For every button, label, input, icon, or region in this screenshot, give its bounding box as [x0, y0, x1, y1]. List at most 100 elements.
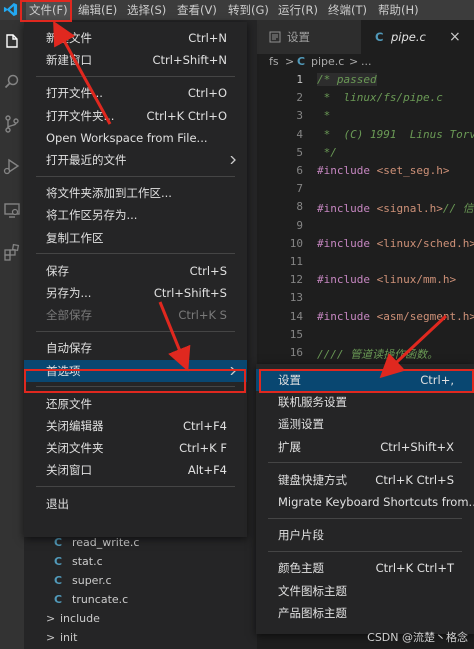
line-number: 10: [289, 236, 303, 250]
line-number: 14: [289, 309, 303, 323]
file-menu-item-label: 保存: [46, 263, 69, 278]
highlight-box-preferences: [24, 369, 246, 393]
breadcrumb-more[interactable]: ...: [361, 54, 372, 70]
file-menu-item[interactable]: 自动保存: [24, 337, 247, 359]
file-menu-item-shortcut: Ctrl+K Ctrl+O: [146, 108, 227, 123]
code-keyword: #include: [317, 236, 370, 250]
menu-separator: [36, 75, 235, 77]
file-menu-item-label: 另存为...: [46, 286, 92, 300]
pref-menu-item[interactable]: 用户片段: [256, 524, 474, 546]
pref-menu-item[interactable]: 产品图标主题: [256, 602, 474, 624]
tree-file-3[interactable]: Ctruncate.c: [54, 590, 128, 609]
menu-1[interactable]: 编辑(E): [78, 0, 117, 20]
close-icon[interactable]: ×: [449, 20, 461, 54]
source-control-icon[interactable]: [2, 114, 22, 134]
file-menu-item-shortcut: Ctrl+O: [187, 86, 227, 101]
code-text: */: [317, 145, 337, 159]
line-number: 13: [289, 291, 303, 305]
menu-7[interactable]: 帮助(H): [378, 0, 419, 20]
menu-3[interactable]: 查看(V): [177, 0, 217, 20]
file-menu-item[interactable]: 关闭窗口 Alt+F4: [24, 459, 247, 481]
file-menu-item-label: 关闭窗口: [46, 463, 92, 478]
menu-6[interactable]: 终端(T): [328, 0, 367, 20]
tree-file-2[interactable]: Csuper.c: [54, 571, 112, 590]
pref-menu-item[interactable]: 键盘快捷方式 Ctrl+K Ctrl+S: [256, 469, 474, 491]
tree-folder-label: include: [60, 612, 100, 625]
file-menu-item[interactable]: 打开文件... Ctrl+O: [24, 82, 247, 104]
line-number: 8: [296, 200, 303, 214]
run-debug-icon[interactable]: [2, 156, 22, 176]
menu-2[interactable]: 选择(S): [127, 0, 166, 20]
line-number: 5: [296, 145, 303, 159]
tree-folder-1[interactable]: > init: [46, 628, 77, 647]
extensions-icon[interactable]: [2, 242, 22, 262]
file-menu-item-label: 退出: [46, 496, 69, 511]
file-menu-item[interactable]: 打开文件夹... Ctrl+K Ctrl+O: [24, 105, 247, 127]
file-menu-item[interactable]: 还原文件: [24, 393, 247, 415]
c-file-icon: C: [54, 555, 63, 568]
pref-menu-item[interactable]: Migrate Keyboard Shortcuts from...: [256, 491, 474, 513]
tree-file-label: read_write.c: [72, 536, 140, 549]
c-file-icon: C: [54, 574, 63, 587]
pref-menu-item-label: 用户片段: [278, 528, 324, 543]
file-menu-item[interactable]: 将工作区另存为...: [24, 204, 247, 226]
menu-4[interactable]: 转到(G): [228, 0, 269, 20]
file-menu-item[interactable]: 新建文件 Ctrl+N: [24, 27, 247, 49]
file-menu-item-shortcut: Alt+F4: [187, 463, 227, 478]
pref-menu-item-label: 文件图标主题: [278, 583, 347, 598]
pref-menu-item[interactable]: 遥测设置: [256, 413, 474, 435]
explorer-icon[interactable]: [2, 32, 22, 52]
code-line: * (C) 1991 Linus Torvalds: [317, 128, 474, 141]
activity-bar: [0, 20, 24, 649]
tab-settings[interactable]: 设置: [265, 20, 357, 54]
chevron-right-icon: [230, 156, 236, 164]
file-menu-item-label: 关闭编辑器: [46, 419, 104, 433]
pref-menu-item[interactable]: 文件图标主题: [256, 580, 474, 602]
search-icon[interactable]: [2, 72, 22, 92]
tree-file-1[interactable]: Cstat.c: [54, 552, 103, 571]
pref-menu-item[interactable]: 颜色主题 Ctrl+K Ctrl+T: [256, 557, 474, 579]
pref-menu-item-label: Migrate Keyboard Shortcuts from...: [278, 495, 474, 509]
file-menu-item-label: 复制工作区: [46, 230, 104, 245]
menu-separator: [36, 330, 235, 332]
editor-tab-bar: 设置 C pipe.c ×: [257, 20, 474, 54]
file-menu-item-label: Open Workspace from File...: [46, 130, 208, 145]
pref-menu-item[interactable]: 扩展 Ctrl+Shift+X: [256, 436, 474, 458]
file-menu-item-shortcut: Ctrl+K S: [178, 308, 227, 323]
file-menu-item-label: 全部保存: [46, 308, 92, 323]
file-menu-item[interactable]: 新建窗口 Ctrl+Shift+N: [24, 49, 247, 71]
tree-folder-0[interactable]: > include: [46, 609, 100, 628]
breadcrumb-file[interactable]: pipe.c: [311, 54, 344, 70]
line-number: 12: [289, 273, 303, 287]
highlight-box-file-menu: [20, 0, 72, 22]
pref-menu-item[interactable]: 联机服务设置: [256, 391, 474, 413]
file-menu-item[interactable]: 打开最近的文件: [24, 149, 247, 171]
file-menu-item[interactable]: 复制工作区: [24, 227, 247, 249]
c-file-icon: C: [297, 55, 306, 68]
file-menu-item-shortcut: Ctrl+Shift+S: [153, 286, 227, 300]
highlight-box-settings: [259, 369, 474, 393]
settings-file-icon: [269, 31, 281, 43]
file-menu-item-label: 自动保存: [46, 341, 92, 356]
tree-file-label: truncate.c: [72, 593, 129, 606]
tab-label: 设置: [287, 30, 310, 44]
code-line: * linux/fs/pipe.c: [317, 91, 443, 104]
breadcrumb-folder[interactable]: fs: [269, 54, 279, 70]
menu-5[interactable]: 运行(R): [278, 0, 318, 20]
pref-menu-item-shortcut: Ctrl+K Ctrl+T: [375, 561, 454, 576]
file-menu-item[interactable]: 退出: [24, 493, 247, 515]
file-menu-item[interactable]: 关闭文件夹 Ctrl+K F: [24, 437, 247, 459]
pref-menu-item-label: 颜色主题: [278, 561, 324, 576]
file-menu-item-shortcut: Ctrl+K F: [179, 441, 227, 456]
code-header: <linux/mm.h>: [369, 273, 457, 287]
line-number: 9: [296, 218, 303, 232]
file-menu-item[interactable]: 另存为... Ctrl+Shift+S: [24, 282, 247, 304]
line-number: 6: [296, 164, 303, 177]
remote-explorer-icon[interactable]: [2, 200, 22, 220]
file-menu-item[interactable]: 保存 Ctrl+S: [24, 260, 247, 282]
file-menu-item[interactable]: 关闭编辑器 Ctrl+F4: [24, 415, 247, 437]
tab-pipe-c[interactable]: C pipe.c ×: [361, 20, 474, 54]
file-menu-item[interactable]: Open Workspace from File...: [24, 127, 247, 149]
breadcrumb-separator: >: [349, 55, 359, 68]
file-menu-item[interactable]: 将文件夹添加到工作区...: [24, 182, 247, 204]
